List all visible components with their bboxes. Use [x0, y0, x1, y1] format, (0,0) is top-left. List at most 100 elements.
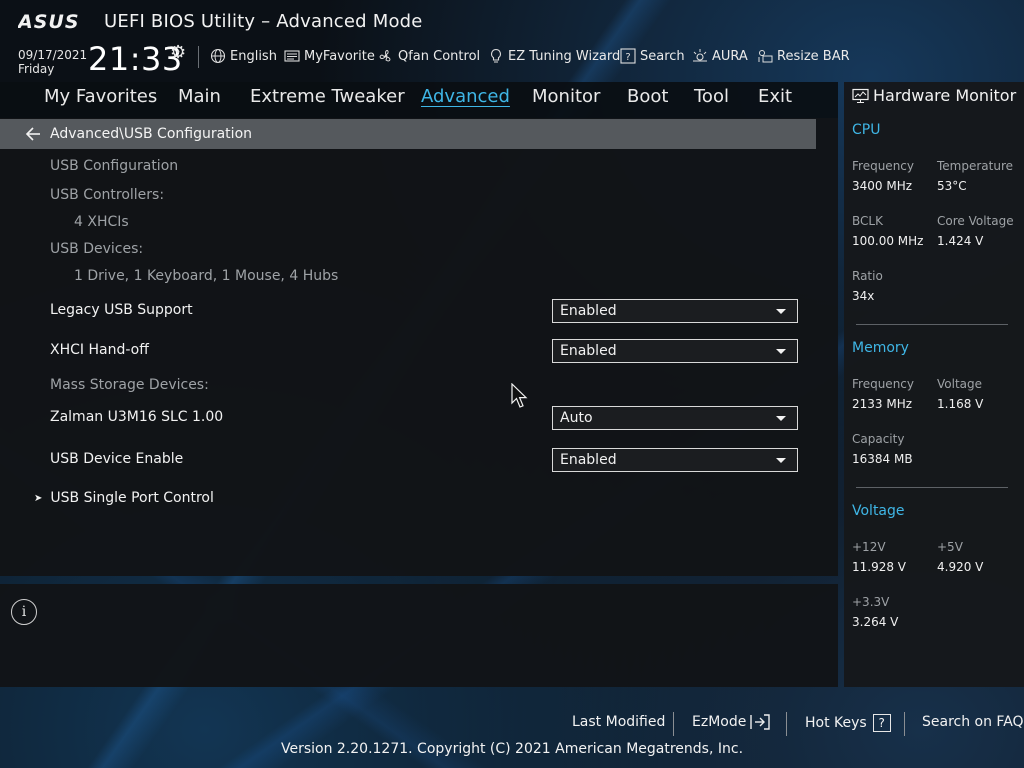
ezmode-button[interactable]: EzMode: [692, 714, 771, 730]
v33-value: 3.264 V: [852, 615, 899, 629]
usb-devices-value: 1 Drive, 1 Keyboard, 1 Mouse, 4 Hubs: [74, 268, 339, 284]
cpu-core-voltage-label: Core Voltage: [937, 214, 1014, 228]
legacy-usb-support-dropdown[interactable]: Enabled: [552, 299, 798, 323]
tab-monitor[interactable]: Monitor: [532, 86, 600, 107]
voltage-heading: Voltage: [852, 503, 905, 519]
footer-divider: [904, 712, 905, 736]
favorite-icon: [284, 48, 300, 64]
copyright-text: Version 2.20.1271. Copyright (C) 2021 Am…: [0, 741, 1024, 757]
usb-devices-label: USB Devices:: [50, 241, 144, 257]
footer-divider: [673, 712, 674, 736]
exit-to-ezmode-icon: [750, 714, 771, 730]
chevron-right-icon: ➤: [34, 492, 43, 504]
tab-main[interactable]: Main: [178, 86, 221, 107]
hardware-monitor-title: Hardware Monitor: [852, 86, 1016, 105]
myfavorite-button[interactable]: MyFavorite: [284, 47, 375, 65]
breadcrumb-text: Advanced\USB Configuration: [50, 126, 253, 142]
resize-bar-button[interactable]: Resize BAR: [757, 47, 850, 65]
search-faq-button[interactable]: Search on FAQ: [922, 714, 1024, 730]
gear-icon[interactable]: ⚙: [170, 42, 186, 63]
tab-boot[interactable]: Boot: [627, 86, 668, 107]
tab-advanced[interactable]: Advanced: [421, 86, 510, 107]
usb-controllers-label: USB Controllers:: [50, 187, 165, 203]
memory-voltage-value: 1.168 V: [937, 397, 984, 411]
copyright-label: Version 2.20.1271. Copyright (C) 2021 Am…: [280, 741, 744, 757]
chevron-down-icon: [776, 349, 786, 354]
v12-value: 11.928 V: [852, 560, 907, 574]
cpu-bclk-label: BCLK: [852, 214, 883, 228]
section-divider: [856, 487, 1008, 488]
last-modified-label: Last Modified: [572, 714, 666, 730]
memory-capacity-label: Capacity: [852, 432, 905, 446]
lightbulb-icon: [488, 48, 504, 64]
toolbar-divider: [198, 46, 199, 68]
v12-label: +12V: [852, 540, 886, 554]
ez-tuning-button[interactable]: EZ Tuning Wizard: [488, 47, 620, 65]
cpu-temperature-label: Temperature: [937, 159, 1014, 173]
memory-capacity-value: 16384 MB: [852, 452, 913, 466]
cpu-heading: CPU: [852, 122, 881, 138]
cpu-core-voltage-value: 1.424 V: [937, 234, 984, 248]
cpu-ratio-value: 34x: [852, 289, 875, 303]
myfavorite-label: MyFavorite: [304, 48, 375, 64]
cpu-frequency-value: 3400 MHz: [852, 179, 913, 193]
language-label: English: [230, 48, 277, 64]
search-label: Search: [640, 48, 685, 64]
usb-device-enable-value: Enabled: [560, 452, 617, 468]
mouse-cursor-icon: [511, 383, 528, 408]
v5-label: +5V: [937, 540, 963, 554]
language-button[interactable]: English: [210, 47, 277, 65]
back-arrow-icon[interactable]: [24, 126, 46, 142]
search-button[interactable]: ? Search: [620, 47, 685, 65]
memory-frequency-label: Frequency: [852, 377, 914, 391]
help-panel: i: [0, 584, 838, 687]
section-title: USB Configuration: [50, 158, 179, 174]
usb-controllers-value: 4 XHCIs: [74, 214, 129, 230]
cpu-frequency-label: Frequency: [852, 159, 914, 173]
tab-tool[interactable]: Tool: [694, 86, 729, 107]
chevron-down-icon: [776, 416, 786, 421]
date-text: 09/17/2021: [18, 48, 88, 62]
breadcrumb: Advanced\USB Configuration: [0, 119, 816, 149]
info-icon: i: [11, 599, 37, 625]
time-display[interactable]: 21:33: [88, 40, 183, 78]
hot-keys-button[interactable]: Hot Keys ?: [805, 714, 891, 732]
tab-extreme-tweaker[interactable]: Extreme Tweaker: [250, 86, 405, 107]
footer-divider: [786, 712, 787, 736]
tab-my-favorites[interactable]: My Favorites: [44, 86, 157, 107]
memory-voltage-label: Voltage: [937, 377, 983, 391]
zalman-device-dropdown[interactable]: Auto: [552, 406, 798, 430]
aura-button[interactable]: AURA: [692, 47, 748, 65]
cpu-ratio-label: Ratio: [852, 269, 883, 283]
xhci-handoff-value: Enabled: [560, 343, 617, 359]
search-faq-label: Search on FAQ: [922, 714, 1024, 730]
asus-logo: ASUS: [18, 11, 80, 32]
monitor-icon: [852, 88, 869, 103]
usb-single-port-control-label: USB Single Port Control: [50, 490, 214, 506]
zalman-device-label: Zalman U3M16 SLC 1.00: [50, 409, 224, 425]
memory-heading: Memory: [852, 340, 909, 356]
chevron-down-icon: [776, 309, 786, 314]
ez-tuning-label: EZ Tuning Wizard: [508, 48, 621, 64]
usb-device-enable-dropdown[interactable]: Enabled: [552, 448, 798, 472]
aura-icon: [692, 48, 708, 64]
app-title: UEFI BIOS Utility – Advanced Mode: [104, 11, 423, 32]
qfan-button[interactable]: Qfan Control: [378, 47, 480, 65]
usb-single-port-control-item[interactable]: ➤ USB Single Port Control: [34, 490, 214, 506]
v33-label: +3.3V: [852, 595, 890, 609]
date-display: 09/17/2021 Friday: [18, 48, 87, 76]
xhci-handoff-dropdown[interactable]: Enabled: [552, 339, 798, 363]
hardware-monitor-label: Hardware Monitor: [873, 86, 1017, 105]
main-menu-bar: My Favorites Main Extreme Tweaker Advanc…: [0, 82, 838, 118]
mass-storage-label: Mass Storage Devices:: [50, 377, 209, 393]
svg-text:ASUS: ASUS: [18, 11, 80, 32]
hot-keys-label: Hot Keys: [805, 715, 867, 731]
last-modified-button[interactable]: Last Modified: [572, 714, 665, 730]
help-search-icon: ?: [620, 48, 636, 64]
settings-panel: Advanced\USB Configuration USB Configura…: [0, 118, 838, 576]
v5-value: 4.920 V: [937, 560, 984, 574]
hardware-monitor-panel: Hardware Monitor CPU Frequency Temperatu…: [844, 82, 1024, 687]
tab-exit[interactable]: Exit: [758, 86, 792, 107]
usb-device-enable-label: USB Device Enable: [50, 451, 184, 467]
day-text: Friday: [18, 62, 55, 76]
